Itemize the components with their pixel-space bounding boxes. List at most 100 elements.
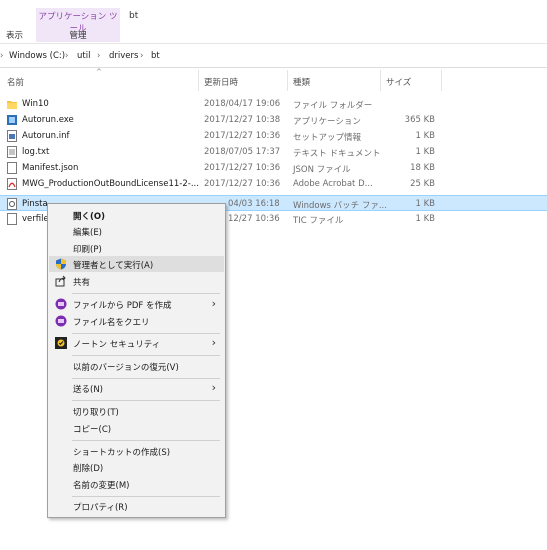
- file-date: 2017/12/27 10:36: [204, 131, 281, 141]
- file-date: 12/27 10:36: [228, 214, 280, 224]
- menu-item-label: 編集(E): [73, 228, 103, 238]
- menu-item-label: 切り取り(T): [73, 408, 119, 418]
- submenu-arrow-icon: ›: [211, 297, 216, 310]
- menu-item-label: 送る(N): [73, 385, 103, 395]
- tab-view[interactable]: 表示: [6, 29, 23, 41]
- file-size: 1 KB: [415, 131, 435, 141]
- file-row[interactable]: MWG_ProductionOutBoundLicense11-2-... 20…: [0, 176, 547, 192]
- menu-separator: [72, 496, 220, 497]
- file-date: 2018/04/17 19:06: [204, 99, 281, 109]
- file-name: Win10: [22, 99, 49, 109]
- file-name: Manifest.json: [22, 163, 79, 173]
- file-row[interactable]: Win10 2018/04/17 19:06 ファイル フォルダー: [0, 96, 547, 112]
- menu-item-label: 名前の変更(M): [73, 481, 130, 491]
- file-row[interactable]: Manifest.json 2017/12/27 10:36 JSON ファイル…: [0, 160, 547, 176]
- menu-item-run-as-admin[interactable]: 管理者として実行(A): [49, 256, 224, 272]
- menu-item-restore-versions[interactable]: 以前のバージョンの復元(V): [49, 358, 224, 374]
- menu-separator: [72, 440, 220, 441]
- menu-item-send-to[interactable]: 送る(N) ›: [49, 380, 224, 396]
- file-date: 2017/12/27 10:38: [204, 115, 281, 125]
- uac-shield-icon: [56, 258, 66, 270]
- menu-item-create-pdf[interactable]: ファイルから PDF を作成 ›: [49, 296, 224, 312]
- menu-item-label: ファイル名をクエリ: [73, 318, 150, 328]
- file-size: 1 KB: [415, 147, 435, 157]
- file-name: log.txt: [22, 147, 50, 157]
- text-file-icon: [7, 146, 17, 158]
- file-type: TIC ファイル: [293, 216, 344, 226]
- breadcrumb-item-drive[interactable]: Windows (C:): [9, 51, 65, 61]
- batch-file-icon: [7, 198, 17, 210]
- file-type: ファイル フォルダー: [293, 101, 373, 111]
- exe-icon: [7, 115, 17, 125]
- file-date: 2017/12/27 10:36: [204, 163, 281, 173]
- menu-item-copy[interactable]: コピー(C): [49, 420, 224, 436]
- menu-item-share[interactable]: 共有: [49, 273, 224, 289]
- breadcrumb-item-drivers[interactable]: drivers: [109, 51, 138, 61]
- menu-item-label: ショートカットの作成(S): [73, 448, 171, 458]
- column-header-name[interactable]: 名前: [7, 76, 24, 88]
- menu-item-properties[interactable]: プロパティ(R): [49, 498, 224, 514]
- file-name: verfile: [22, 214, 49, 224]
- menu-item-delete[interactable]: 削除(D): [49, 459, 224, 475]
- menu-item-edit[interactable]: 編集(E): [49, 223, 224, 239]
- ribbon-divider: [0, 43, 547, 44]
- file-type: セットアップ情報: [293, 133, 362, 143]
- file-row[interactable]: log.txt 2018/07/05 17:37 テキスト ドキュメント 1 K…: [0, 144, 547, 160]
- menu-item-label: 共有: [73, 278, 91, 288]
- column-header-type[interactable]: 種類: [293, 76, 310, 88]
- file-name: Autorun.inf: [22, 131, 70, 141]
- file-size: 18 KB: [410, 163, 435, 173]
- column-header-size[interactable]: サイズ: [386, 76, 411, 88]
- file-row[interactable]: Autorun.exe 2017/12/27 10:38 アプリケーション 36…: [0, 112, 547, 128]
- submenu-arrow-icon: ›: [211, 336, 216, 349]
- file-name: MWG_ProductionOutBoundLicense11-2-...: [22, 179, 199, 189]
- file-size: 1 KB: [415, 214, 435, 224]
- file-name: Pinsta: [22, 199, 48, 209]
- menu-separator: [72, 400, 220, 401]
- window-title: bt: [129, 11, 139, 21]
- column-divider[interactable]: [198, 70, 199, 91]
- column-header-date[interactable]: 更新日時: [204, 76, 238, 88]
- menu-item-create-shortcut[interactable]: ショートカットの作成(S): [49, 443, 224, 459]
- menu-item-label: ノートン セキュリティ: [73, 340, 161, 350]
- share-icon: [55, 275, 66, 287]
- menu-item-label: コピー(C): [73, 425, 112, 435]
- menu-item-open[interactable]: 開く(O): [49, 207, 224, 223]
- breadcrumb-chevron-icon[interactable]: ›: [0, 51, 3, 61]
- pdf-query-icon: [55, 315, 67, 327]
- breadcrumb-item-bt[interactable]: bt: [151, 51, 160, 61]
- file-row[interactable]: Autorun.inf 2017/12/27 10:36 セットアップ情報 1 …: [0, 128, 547, 144]
- file-name: Autorun.exe: [22, 115, 74, 125]
- menu-item-cut[interactable]: 切り取り(T): [49, 403, 224, 419]
- menu-separator: [72, 355, 220, 356]
- file-size: 365 KB: [404, 115, 435, 125]
- menu-item-label: 印刷(P): [73, 245, 102, 255]
- submenu-arrow-icon: ›: [211, 381, 216, 394]
- breadcrumb-item-util[interactable]: util: [77, 51, 90, 61]
- pdf-icon: [7, 178, 17, 190]
- inf-icon: [7, 130, 17, 142]
- column-divider[interactable]: [441, 70, 442, 91]
- menu-separator: [72, 293, 220, 294]
- menu-item-rename[interactable]: 名前の変更(M): [49, 476, 224, 492]
- column-divider[interactable]: [287, 70, 288, 91]
- menu-item-quilt-name[interactable]: ファイル名をクエリ: [49, 313, 224, 329]
- context-menu: 開く(O) 編集(E) 印刷(P) 管理者として実行(A) 共有 ファイルから …: [47, 203, 226, 518]
- file-size: 25 KB: [410, 179, 435, 189]
- menu-item-norton[interactable]: ノートン セキュリティ ›: [49, 335, 224, 351]
- tab-manage[interactable]: 管理: [36, 29, 120, 41]
- file-type: Adobe Acrobat D...: [293, 179, 373, 189]
- norton-icon: [55, 337, 67, 349]
- menu-item-label: 削除(D): [73, 464, 104, 474]
- menu-item-print[interactable]: 印刷(P): [49, 240, 224, 256]
- column-divider[interactable]: [380, 70, 381, 91]
- menu-item-label: ファイルから PDF を作成: [73, 301, 172, 311]
- breadcrumb[interactable]: › Windows (C:) › util › drivers › bt: [0, 48, 547, 66]
- file-date: 04/03 16:18: [228, 199, 280, 209]
- file-type: アプリケーション: [293, 117, 361, 127]
- folder-icon: [7, 101, 17, 109]
- file-icon: [7, 213, 17, 225]
- breadcrumb-separator-icon: ›: [65, 51, 69, 61]
- menu-separator: [72, 378, 220, 379]
- file-size: 1 KB: [415, 199, 435, 209]
